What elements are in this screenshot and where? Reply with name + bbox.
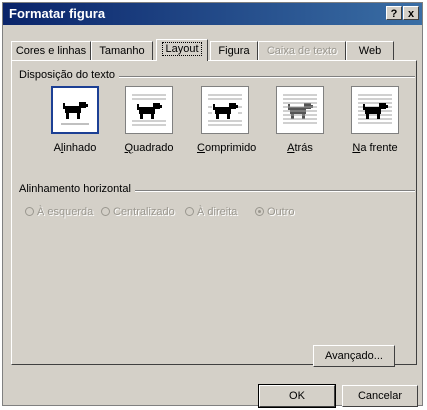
- wrap-label-comprimido: Comprimido: [197, 142, 257, 154]
- radio-dot: [25, 207, 34, 216]
- wrap-label-atras: Atrás: [287, 142, 313, 154]
- dog-tight-icon[interactable]: [201, 86, 249, 134]
- radio-outro[interactable]: Outro: [255, 206, 295, 218]
- wrap-option-quadrado[interactable]: Quadrado: [121, 86, 177, 154]
- radio-a-direita[interactable]: À direita: [185, 206, 237, 218]
- tab-layout[interactable]: Layout: [156, 39, 208, 61]
- wrap-option-atras[interactable]: Atrás: [272, 86, 328, 154]
- wrap-option-alinhado[interactable]: Alinhado: [47, 86, 103, 154]
- dog-behind-icon[interactable]: [276, 86, 324, 134]
- close-button[interactable]: x: [403, 6, 419, 20]
- dog-square-icon[interactable]: [125, 86, 173, 134]
- cancel-button[interactable]: Cancelar: [342, 385, 418, 407]
- tab-strip: Cores e linhas Tamanho Layout Figura Cai…: [11, 39, 416, 61]
- tab-cores-e-linhas[interactable]: Cores e linhas: [11, 41, 91, 60]
- radio-dot: [101, 207, 110, 216]
- wrap-label-quadrado: Quadrado: [124, 142, 174, 154]
- alignment-group-label: Alinhamento horizontal: [19, 183, 135, 195]
- radio-a-esquerda[interactable]: À esquerda: [25, 206, 93, 218]
- title-bar[interactable]: Formatar figura ? x: [3, 3, 422, 25]
- format-picture-dialog: Formatar figura ? x Cores e linhas Taman…: [2, 2, 423, 408]
- help-button[interactable]: ?: [386, 6, 402, 20]
- advanced-button[interactable]: Avançado...: [313, 345, 395, 367]
- tab-caixa-de-texto[interactable]: Caixa de texto: [258, 41, 346, 60]
- wrapping-group-label: Disposição do texto: [19, 69, 119, 81]
- radio-centralizado[interactable]: Centralizado: [101, 206, 175, 218]
- wrap-label-alinhado: Alinhado: [53, 142, 97, 154]
- tab-tamanho[interactable]: Tamanho: [91, 41, 153, 60]
- tab-figura[interactable]: Figura: [210, 41, 258, 60]
- radio-dot-checked: [255, 207, 264, 216]
- dog-front-icon[interactable]: [351, 86, 399, 134]
- dog-inline-icon[interactable]: [51, 86, 99, 134]
- radio-dot: [185, 207, 194, 216]
- dialog-title: Formatar figura: [9, 6, 106, 21]
- wrap-label-na-frente: Na frente: [352, 142, 398, 154]
- ok-button[interactable]: OK: [258, 384, 336, 408]
- wrap-option-comprimido[interactable]: Comprimido: [197, 86, 257, 154]
- wrap-option-na-frente[interactable]: Na frente: [347, 86, 403, 154]
- tab-web[interactable]: Web: [346, 41, 394, 60]
